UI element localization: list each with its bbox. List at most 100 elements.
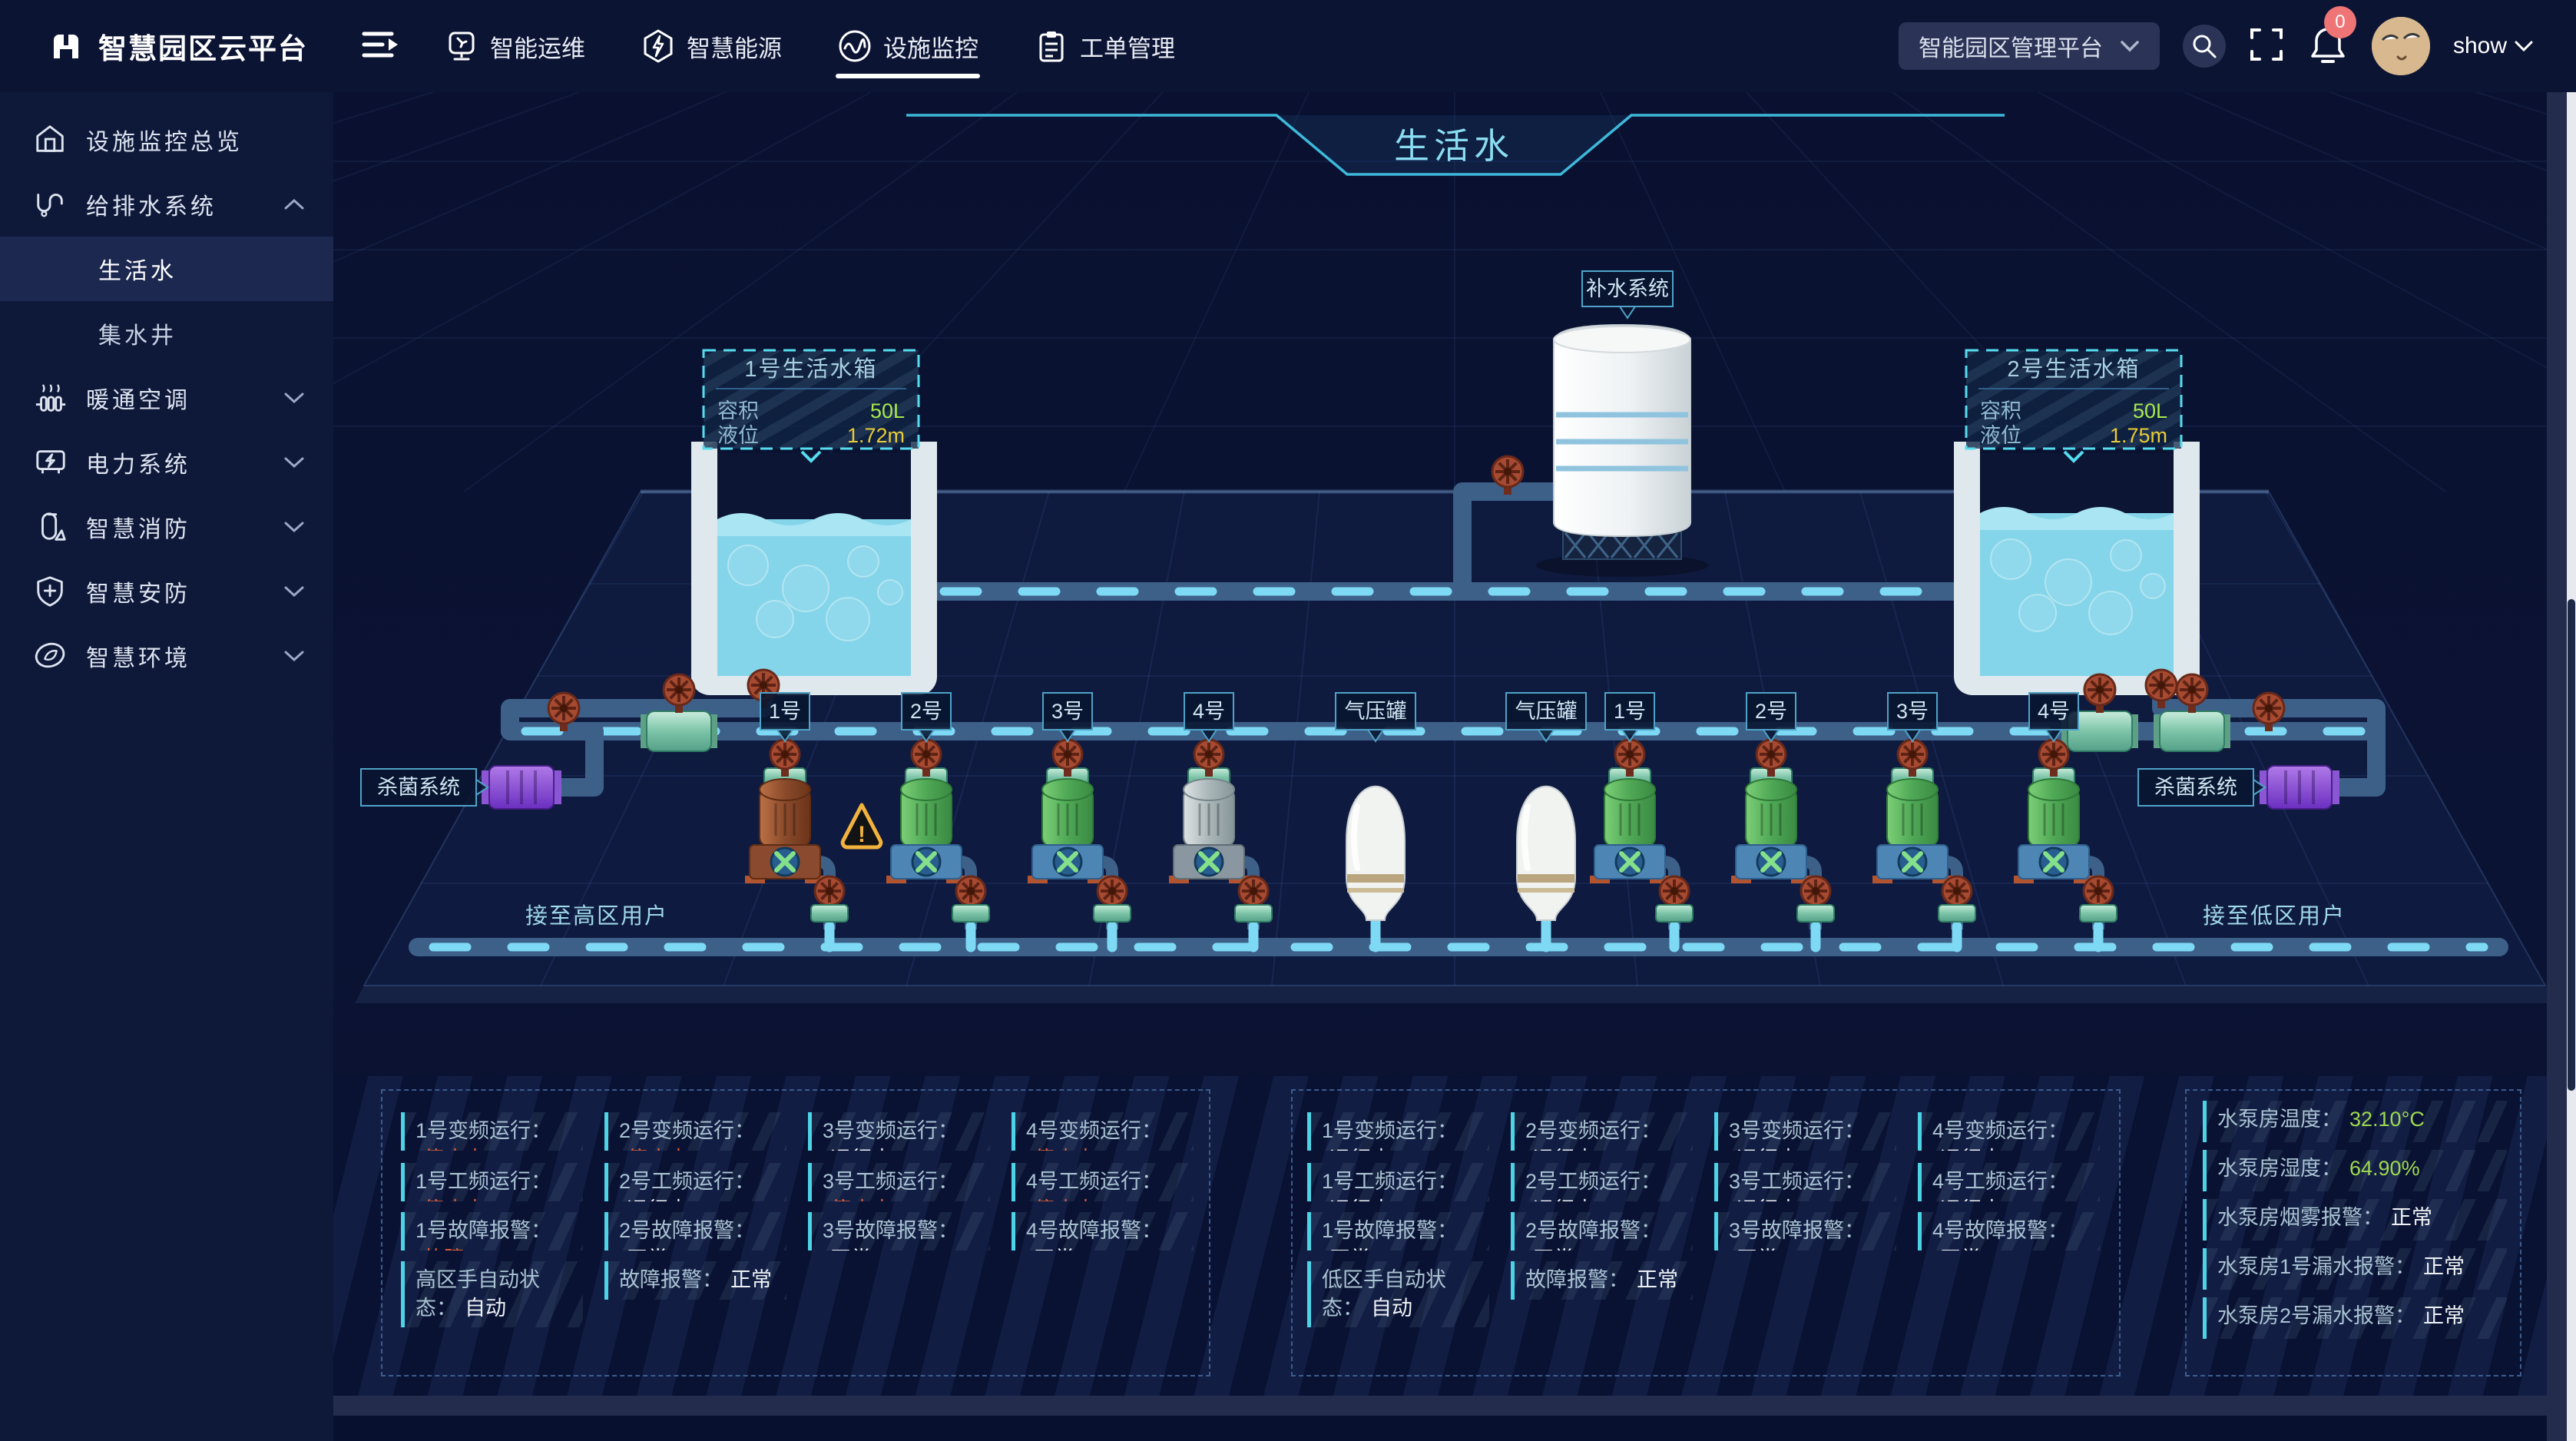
- horizontal-scrollbar[interactable]: [333, 1396, 2547, 1416]
- status-group-pump-room: 水泵房温度：32.10°C水泵房湿度：64.90%水泵房烟雾报警：正常水泵房1号…: [2185, 1089, 2521, 1376]
- status-value: 自动: [1371, 1297, 1412, 1320]
- status-label: 水泵房2号漏水报警：: [2217, 1304, 2415, 1327]
- top-navbar: 智慧园区云平台 智能运维智慧能源设施监控工单管理 智能园区管理平台: [0, 0, 2576, 92]
- status-value: 64.90%: [2349, 1157, 2420, 1180]
- chevron-down-icon: [283, 391, 306, 405]
- status-value: 运行中: [1940, 1198, 2002, 1201]
- sidebar-subitem-生活水[interactable]: 生活水: [0, 237, 333, 301]
- sidebar-subitem-label: 生活水: [98, 252, 177, 286]
- status-value: 停止中: [830, 1198, 892, 1201]
- chevron-down-icon: [2120, 39, 2140, 53]
- sterilizer-device[interactable]: [482, 766, 561, 809]
- status-label: 3号变频运行：: [1729, 1119, 1865, 1142]
- tank2-info-box[interactable]: 2号生活水箱容积50L液位1.75m: [1966, 350, 2181, 461]
- sidebar-item-4[interactable]: 电力系统: [0, 430, 333, 495]
- status-value: 运行中: [1329, 1198, 1392, 1201]
- nav-tab-2[interactable]: 智慧能源: [613, 0, 810, 92]
- search-button[interactable]: [2183, 25, 2226, 68]
- status-cell: 故障报警：正常: [604, 1261, 786, 1300]
- nav-tab-3[interactable]: 设施监控: [810, 0, 1006, 92]
- status-cell: 1号变频运行：运行中: [1307, 1112, 1489, 1151]
- notifications-button[interactable]: 0: [2307, 23, 2349, 70]
- status-cell: 水泵房1号漏水报警：正常: [2203, 1248, 2507, 1290]
- page-title: 生活水: [1394, 126, 1514, 166]
- sidebar-nav: 设施监控总览给排水系统生活水集水井暖通空调电力系统智慧消防智慧安防智慧环境: [0, 92, 333, 1441]
- status-label: 2号工频运行：: [1525, 1170, 1661, 1193]
- status-value: 正常: [2391, 1206, 2432, 1229]
- inner-vertical-scrollbar[interactable]: [2547, 92, 2567, 1441]
- environment-icon: [34, 639, 68, 673]
- nav-tab-label: 智能运维: [490, 29, 585, 64]
- sidebar-item-label: 设施监控总览: [86, 123, 243, 157]
- status-cell: 2号故障报警：正常: [1511, 1212, 1693, 1251]
- status-label: 3号故障报警：: [823, 1219, 959, 1242]
- status-label: 3号变频运行：: [823, 1119, 959, 1142]
- status-label: 4号工频运行：: [1932, 1170, 2068, 1193]
- status-cell: 2号变频运行：运行中: [1511, 1112, 1693, 1151]
- sidebar-item-label: 智慧安防: [86, 575, 190, 608]
- status-cell: 4号变频运行：运行中: [1918, 1112, 2100, 1151]
- to-high-zone-label: 接至高区用户: [525, 903, 668, 929]
- status-group-low-zone: 1号变频运行：运行中 2号变频运行：运行中 3号变频运行： 运行中 4号变频运行：运行中…: [1291, 1089, 2121, 1376]
- chevron-up-icon: [283, 197, 306, 211]
- pump-low-1-tag-text: 1号: [1614, 700, 1646, 723]
- status-value: 运行中: [1329, 1148, 1392, 1151]
- status-cell: 1号工频运行：运行中: [1307, 1163, 1489, 1201]
- user-avatar[interactable]: [2372, 17, 2430, 75]
- status-cell: 故障报警：正常: [1511, 1261, 1693, 1300]
- status-cell: 2号故障报警：正常: [604, 1212, 786, 1251]
- status-value: 运行中: [1737, 1198, 1799, 1201]
- fullscreen-icon: [2249, 27, 2284, 62]
- sidebar-item-5[interactable]: 智慧消防: [0, 495, 333, 559]
- sidebar-item-1[interactable]: 设施监控总览: [0, 108, 333, 172]
- sidebar-subitem-集水井[interactable]: 集水井: [0, 301, 333, 366]
- status-cell: 1号工频运行：停止中: [401, 1163, 583, 1201]
- water-tank-1[interactable]: [691, 442, 937, 695]
- tank1-info-box[interactable]: 1号生活水箱容积50L液位1.72m: [704, 350, 919, 461]
- inline-valve: [2154, 711, 2230, 751]
- pressure-tank-tag-2-text: 气压罐: [1515, 700, 1578, 723]
- volume-value: 50L: [2133, 399, 2167, 422]
- status-value: 停止中: [1034, 1198, 1096, 1201]
- fullscreen-button[interactable]: [2249, 27, 2284, 66]
- status-label: 2号故障报警：: [1525, 1219, 1661, 1242]
- sterilizer-tag-left[interactable]: 杀菌系统: [361, 769, 488, 806]
- workspace-selector[interactable]: 智能园区管理平台: [1899, 22, 2160, 70]
- sidebar-item-7[interactable]: 智慧环境: [0, 624, 333, 688]
- status-cell: 2号变频运行：停止中: [604, 1112, 786, 1151]
- status-label: 4号变频运行：: [1026, 1119, 1162, 1142]
- sidebar-item-2[interactable]: 给排水系统: [0, 172, 333, 237]
- status-cell: 4号故障报警：正常: [1012, 1212, 1194, 1251]
- status-cell: 4号工频运行： 运行中: [1918, 1163, 2100, 1201]
- sidebar-collapse-icon[interactable]: [361, 28, 401, 65]
- sterilizer-tag-right[interactable]: 杀菌系统: [2138, 769, 2265, 806]
- page-vertical-scrollbar[interactable]: [2567, 92, 2576, 1441]
- water-tank-2[interactable]: [1954, 442, 2200, 695]
- status-cell: 高区手自动状态：自动: [401, 1261, 583, 1327]
- sidebar-item-6[interactable]: 智慧安防: [0, 559, 333, 624]
- chevron-down-icon: [283, 455, 306, 469]
- status-label: 水泵房湿度：: [2217, 1157, 2342, 1180]
- scrollbar-thumb[interactable]: [2568, 599, 2575, 1091]
- status-label: 2号工频运行：: [619, 1170, 755, 1193]
- nav-tab-4[interactable]: 工单管理: [1006, 0, 1203, 92]
- facility-monitor-canvas: 生活水 1号生活水箱容积50L液位1.72m 2号生活水箱容积50L液位1.75m…: [333, 92, 2576, 1441]
- status-value: 正常: [627, 1247, 668, 1251]
- supply-system-tag[interactable]: 补水系统: [1582, 271, 1673, 318]
- sidebar-item-3[interactable]: 暖通空调: [0, 366, 333, 430]
- nav-tab-1[interactable]: 智能运维: [416, 0, 613, 92]
- security-icon: [34, 575, 68, 608]
- status-cell: 4号变频运行：停止中: [1012, 1112, 1194, 1151]
- status-group-high-zone: 1号变频运行：停止中2号变频运行：停止中3号变频运行：运行中4号变频运行：停止中…: [381, 1089, 1210, 1376]
- status-cell: 3号工频运行：运行中: [1714, 1163, 1896, 1201]
- sidebar-subitem-label: 集水井: [98, 316, 177, 350]
- water-system-scene: 生活水 1号生活水箱容积50L液位1.72m 2号生活水箱容积50L液位1.75m…: [333, 92, 2576, 1076]
- sterilizer-device[interactable]: [2260, 766, 2339, 809]
- logo-icon: [46, 26, 86, 66]
- status-cell: 低区手自动状态：自动: [1307, 1261, 1489, 1327]
- sidebar-item-label: 智慧消防: [86, 510, 190, 544]
- status-label: 4号工频运行：: [1026, 1170, 1162, 1193]
- user-menu[interactable]: show: [2453, 33, 2533, 59]
- level-value: 1.72m: [847, 424, 905, 447]
- energy-icon: [641, 28, 676, 64]
